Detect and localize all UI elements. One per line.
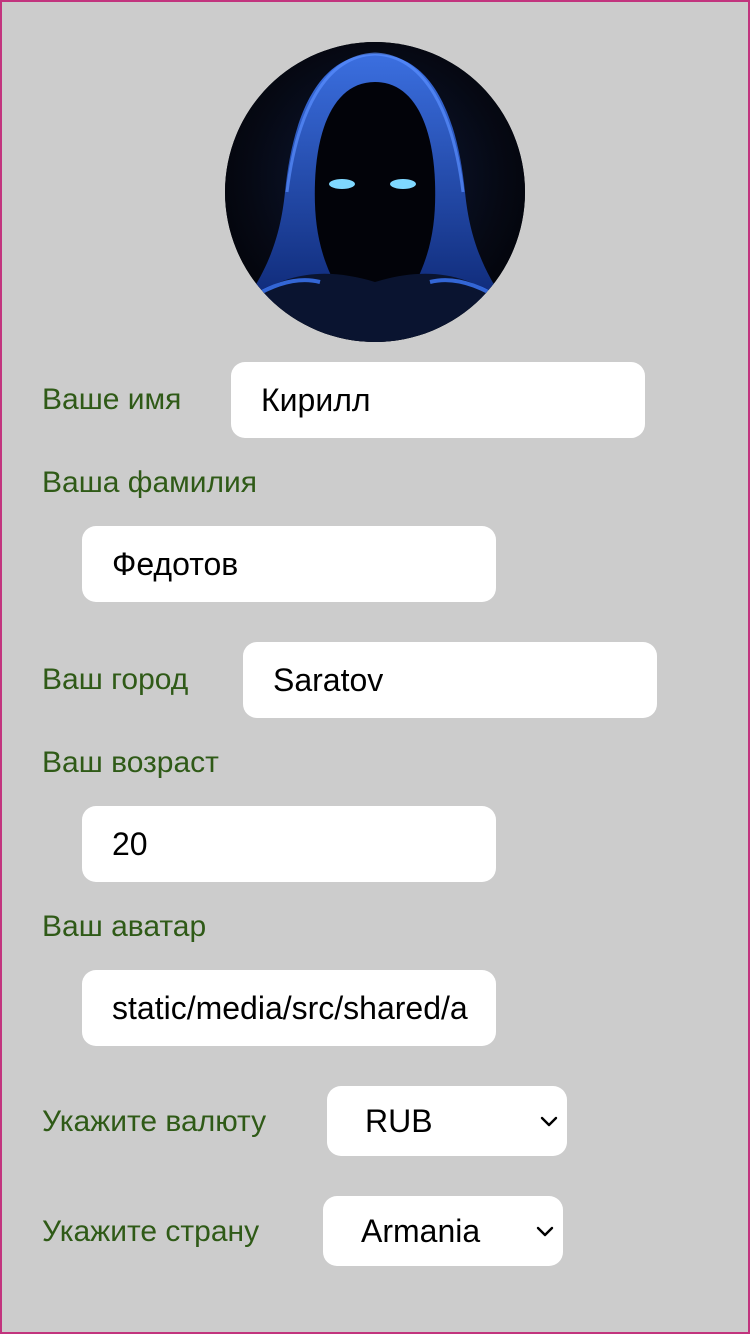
avatar-url-value: static/media/src/shared/a xyxy=(112,989,468,1026)
age-value: 20 xyxy=(112,825,148,862)
age-label: Ваш возраст xyxy=(42,746,219,779)
avatar-url-input[interactable]: static/media/src/shared/a xyxy=(82,970,496,1046)
country-value: Armania xyxy=(361,1212,481,1249)
first-name-input[interactable]: Кирилл xyxy=(231,362,645,438)
country-label: Укажите страну xyxy=(42,1215,260,1248)
last-name-label: Ваша фамилия xyxy=(42,466,258,499)
last-name-input[interactable]: Федотов xyxy=(82,526,496,602)
last-name-value: Федотов xyxy=(112,545,239,582)
first-name-value: Кирилл xyxy=(261,381,371,418)
city-input[interactable]: Saratov xyxy=(243,642,657,718)
city-label: Ваш город xyxy=(42,663,189,696)
chevron-down-icon xyxy=(536,1226,554,1237)
chevron-down-icon xyxy=(540,1116,558,1127)
country-select[interactable]: Armania xyxy=(323,1196,563,1266)
avatar-image xyxy=(225,42,525,342)
avatar-label: Ваш аватар xyxy=(42,910,207,943)
age-input[interactable]: 20 xyxy=(82,806,496,882)
currency-value: RUB xyxy=(365,1102,433,1139)
currency-select[interactable]: RUB xyxy=(327,1086,567,1156)
city-value: Saratov xyxy=(273,661,384,698)
currency-label: Укажите валюту xyxy=(42,1105,267,1138)
first-name-label: Ваше имя xyxy=(42,383,182,416)
